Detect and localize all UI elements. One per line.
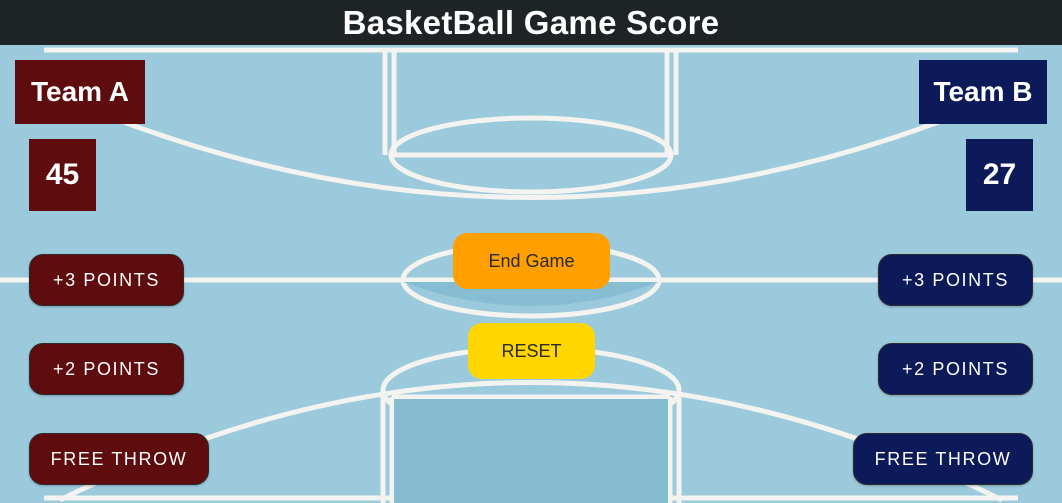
team-a-free-throw-button[interactable]: FREE THROW — [29, 433, 209, 485]
team-a-plus-3-button[interactable]: +3 POINTS — [29, 254, 184, 306]
reset-button[interactable]: RESET — [468, 323, 595, 379]
app-bar: BasketBall Game Score — [0, 0, 1062, 45]
team-a-plus-2-button[interactable]: +2 POINTS — [29, 343, 184, 395]
team-a-score: 45 — [29, 139, 96, 211]
app-title: BasketBall Game Score — [342, 3, 720, 41]
team-b-free-throw-button[interactable]: FREE THROW — [853, 433, 1033, 485]
end-game-button[interactable]: End Game — [453, 233, 610, 289]
team-a-label: Team A — [15, 60, 145, 124]
team-b-plus-2-button[interactable]: +2 POINTS — [878, 343, 1033, 395]
team-b-label: Team B — [919, 60, 1047, 124]
team-b-plus-3-button[interactable]: +3 POINTS — [878, 254, 1033, 306]
team-b-score: 27 — [966, 139, 1033, 211]
